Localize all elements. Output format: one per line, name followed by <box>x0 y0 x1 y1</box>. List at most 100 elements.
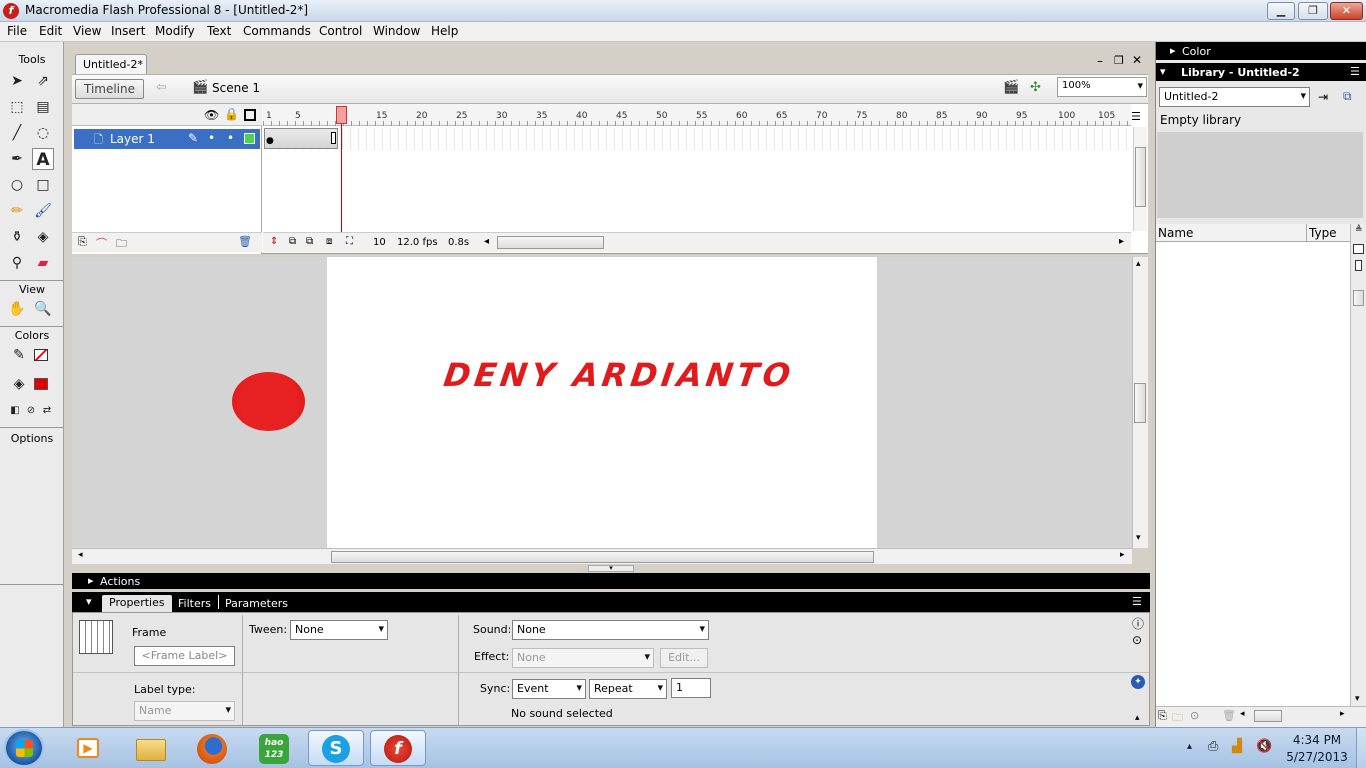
stroke-color-swatch[interactable] <box>34 349 48 361</box>
document-tab[interactable]: Untitled-2* <box>75 54 147 74</box>
menu-file[interactable]: File <box>7 24 27 38</box>
layer-row[interactable]: 🗋 Layer 1 ✎ • • <box>74 129 260 149</box>
color-panel-bar[interactable]: ▸ Color <box>1156 42 1366 60</box>
subselection-tool-icon[interactable]: ⇗ <box>32 70 54 92</box>
timeline-scroll-thumb[interactable] <box>497 236 604 249</box>
playhead[interactable] <box>336 106 347 232</box>
sound-select[interactable]: None <box>512 620 709 640</box>
edit-scene-icon[interactable]: 🎬 <box>1003 80 1019 95</box>
fill-color-icon[interactable]: ◈ <box>8 373 30 395</box>
tab-parameters[interactable]: Parameters <box>225 597 288 610</box>
red-circle-shape[interactable] <box>232 372 305 431</box>
outline-color-square[interactable] <box>244 133 255 144</box>
stage-vscroll[interactable]: ▴ ▾ <box>1132 257 1148 548</box>
doc-close-icon[interactable]: ✕ <box>1132 53 1142 67</box>
vscroll-thumb[interactable] <box>1134 383 1146 423</box>
pencil-tool-icon[interactable]: ✏ <box>6 200 28 222</box>
edit-properties-icon[interactable]: ⊙ <box>1132 633 1142 647</box>
menu-modify[interactable]: Modify <box>155 24 195 38</box>
back-arrow-icon[interactable]: ⇦ <box>156 80 167 95</box>
properties-icon[interactable]: ⊙ <box>1190 709 1199 722</box>
menu-edit[interactable]: Edit <box>39 24 62 38</box>
menu-text[interactable]: Text <box>207 24 231 38</box>
hao123-icon[interactable]: hao 123 <box>246 730 302 766</box>
delete-icon[interactable]: 🗑 <box>1222 709 1236 722</box>
wide-state-icon[interactable] <box>1353 244 1364 254</box>
sort-icon[interactable]: ≜ <box>1355 225 1363 235</box>
edit-symbols-icon[interactable]: ✣ <box>1030 80 1041 95</box>
skype-icon[interactable]: S <box>308 730 364 766</box>
menu-window[interactable]: Window <box>373 24 420 38</box>
label-type-select[interactable]: Name <box>134 701 235 721</box>
lock-dot-icon[interactable]: • <box>227 131 234 145</box>
panel-menu-icon[interactable]: ☰ <box>1132 595 1142 608</box>
ink-bottle-icon[interactable]: ⚱ <box>6 226 28 248</box>
frame-span[interactable]: ● <box>264 128 338 149</box>
menu-commands[interactable]: Commands <box>243 24 311 38</box>
firefox-icon[interactable] <box>184 730 240 766</box>
clock-time[interactable]: 4:34 PM <box>1286 733 1348 747</box>
motion-guide-icon[interactable]: ⌒ <box>96 235 107 251</box>
timeline-button[interactable]: Timeline <box>75 79 144 99</box>
narrow-state-icon[interactable] <box>1355 260 1362 271</box>
brush-tool-icon[interactable]: 🖌 <box>32 200 54 222</box>
delete-layer-icon[interactable]: 🗑 <box>238 235 252 248</box>
pen-tool-icon[interactable]: ✒ <box>6 148 28 170</box>
accessibility-icon[interactable]: ✦ <box>1131 675 1145 689</box>
onion-outline-icon[interactable]: ⧉ <box>306 236 313 247</box>
timeline-menu-icon[interactable]: ☰ <box>1131 110 1141 123</box>
media-player-icon[interactable]: ▶ <box>60 730 116 766</box>
frame-label-input[interactable]: <Frame Label> <box>134 646 235 666</box>
scroll-left-icon[interactable]: ◂ <box>1240 709 1245 719</box>
hscroll-thumb[interactable] <box>331 551 874 563</box>
flash-icon[interactable]: f <box>370 730 426 766</box>
onion-skin-icon[interactable]: ⧉ <box>289 236 296 247</box>
selection-tool-icon[interactable]: ➤ <box>6 70 28 92</box>
timeline-vscroll[interactable] <box>1133 127 1147 231</box>
pin-library-icon[interactable]: ⇥ <box>1318 90 1328 104</box>
eraser-tool-icon[interactable]: ▰ <box>32 252 54 274</box>
text-tool-icon[interactable]: A <box>32 148 54 170</box>
hand-tool-icon[interactable]: ✋ <box>6 298 28 320</box>
column-name[interactable]: Name <box>1158 226 1193 240</box>
fill-transform-icon[interactable]: ▤ <box>32 96 54 118</box>
stage-hscroll[interactable]: ◂ ▸ <box>72 548 1132 564</box>
repeat-select[interactable]: Repeat <box>589 679 667 699</box>
menu-insert[interactable]: Insert <box>111 24 145 38</box>
zoom-tool-icon[interactable]: 🔍 <box>32 298 54 320</box>
scroll-down-icon[interactable]: ▾ <box>1136 533 1141 543</box>
menu-control[interactable]: Control <box>319 24 362 38</box>
stage-text[interactable]: DENY ARDIANTO <box>441 356 796 394</box>
new-symbol-icon[interactable]: ⎘ <box>1158 709 1167 723</box>
fill-color-swatch[interactable] <box>34 378 48 390</box>
collapse-up-icon[interactable]: ▴ <box>1135 713 1140 723</box>
eye-icon[interactable]: 👁 <box>204 108 219 122</box>
stroke-color-icon[interactable]: ✎ <box>8 344 30 366</box>
scroll-right-icon[interactable]: ▸ <box>1120 550 1125 560</box>
effect-select[interactable]: None <box>512 648 654 668</box>
close-button[interactable]: ✕ <box>1330 2 1363 20</box>
library-vscroll[interactable]: ≜ ▾ <box>1350 224 1366 706</box>
insert-layer-icon[interactable]: ⎘ <box>78 235 87 249</box>
clock-date[interactable]: 5/27/2013 <box>1282 750 1352 764</box>
doc-minimize-icon[interactable]: – <box>1097 54 1103 68</box>
zoom-select[interactable]: 100% <box>1057 77 1147 97</box>
file-explorer-icon[interactable] <box>122 730 178 766</box>
show-desktop-button[interactable] <box>1356 728 1366 768</box>
scroll-left-icon[interactable]: ◂ <box>78 550 83 560</box>
lasso-tool-icon[interactable]: ◌ <box>32 122 54 144</box>
modify-markers-icon[interactable]: ⛶ <box>346 236 353 247</box>
library-hscroll-thumb[interactable] <box>1254 710 1282 722</box>
library-panel-bar[interactable]: ▾ Library - Untitled-2 ☰ <box>1156 63 1366 81</box>
oval-tool-icon[interactable]: ○ <box>6 174 28 196</box>
doc-restore-icon[interactable]: ❐ <box>1114 54 1124 67</box>
tab-filters[interactable]: Filters <box>178 597 211 610</box>
column-type[interactable]: Type <box>1309 226 1337 240</box>
new-folder-icon[interactable]: 🗀 <box>1172 709 1183 728</box>
panel-collapse-icon[interactable]: ▾ <box>588 565 634 572</box>
actions-panel-bar[interactable]: ▸ Actions <box>72 573 1150 589</box>
scroll-down-icon[interactable]: ▾ <box>1355 694 1360 704</box>
volume-muted-icon[interactable]: 🔇 <box>1256 739 1272 754</box>
scroll-up-icon[interactable]: ▴ <box>1136 259 1141 269</box>
menu-help[interactable]: Help <box>431 24 458 38</box>
